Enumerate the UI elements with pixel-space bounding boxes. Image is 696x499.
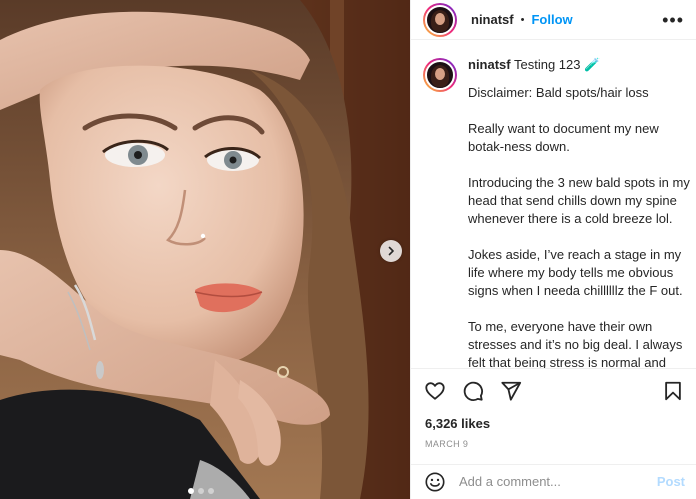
avatar-story-ring[interactable] bbox=[423, 2, 457, 37]
caption-scroll-area[interactable]: ninatsf Testing 123 🧪 Disclaimer: Bald s… bbox=[411, 56, 696, 368]
caption-first-line: ninatsf Testing 123 🧪 bbox=[468, 56, 690, 74]
heart-icon[interactable] bbox=[423, 379, 447, 403]
carousel-dot bbox=[208, 488, 214, 494]
carousel-dot-active bbox=[188, 488, 194, 494]
caption-username[interactable]: ninatsf bbox=[468, 57, 511, 72]
chevron-right-icon bbox=[388, 246, 394, 256]
post-side-panel: ninatsf • Follow ••• ninatsf Testing 123… bbox=[410, 0, 696, 499]
caption-paragraph: Really want to document my new botak-nes… bbox=[468, 121, 659, 154]
photo-illustration bbox=[0, 0, 410, 499]
header-username[interactable]: ninatsf bbox=[471, 12, 514, 27]
carousel-indicator bbox=[188, 488, 214, 494]
carousel-dot bbox=[198, 488, 204, 494]
post-actions: 6,326 likes MARCH 9 Post bbox=[411, 368, 696, 498]
caption-paragraph: Introducing the 3 new bald spots in my h… bbox=[468, 175, 690, 226]
avatar bbox=[425, 4, 455, 35]
paper-plane-icon[interactable] bbox=[499, 379, 523, 403]
caption-paragraph: To me, everyone have their own stresses … bbox=[468, 319, 683, 368]
caption-title: Testing 123 🧪 bbox=[510, 57, 601, 72]
caption-paragraph: Disclaimer: Bald spots/hair loss bbox=[468, 85, 649, 100]
bookmark-icon[interactable] bbox=[661, 379, 685, 403]
caption-avatar bbox=[425, 60, 455, 90]
carousel-next-button[interactable] bbox=[380, 240, 402, 262]
action-icons-row bbox=[411, 369, 696, 413]
caption-paragraph: Jokes aside, I’ve reach a stage in my li… bbox=[468, 247, 683, 298]
caption-avatar-ring[interactable] bbox=[423, 58, 457, 92]
comment-input[interactable] bbox=[459, 474, 657, 489]
post-comment-button[interactable]: Post bbox=[657, 474, 685, 489]
comment-bar: Post bbox=[411, 464, 696, 498]
caption-text: ninatsf Testing 123 🧪 Disclaimer: Bald s… bbox=[468, 56, 690, 368]
more-options-icon[interactable]: ••• bbox=[662, 11, 684, 29]
follow-button[interactable]: Follow bbox=[531, 12, 572, 27]
comment-bubble-icon[interactable] bbox=[461, 379, 485, 403]
post-header: ninatsf • Follow ••• bbox=[411, 0, 696, 40]
post-photo[interactable] bbox=[0, 0, 410, 499]
header-separator: • bbox=[520, 13, 525, 26]
smiley-icon[interactable] bbox=[423, 470, 447, 494]
post-date[interactable]: MARCH 9 bbox=[411, 439, 696, 451]
likes-count[interactable]: 6,326 likes bbox=[411, 414, 696, 434]
caption: ninatsf Testing 123 🧪 Disclaimer: Bald s… bbox=[423, 56, 696, 368]
